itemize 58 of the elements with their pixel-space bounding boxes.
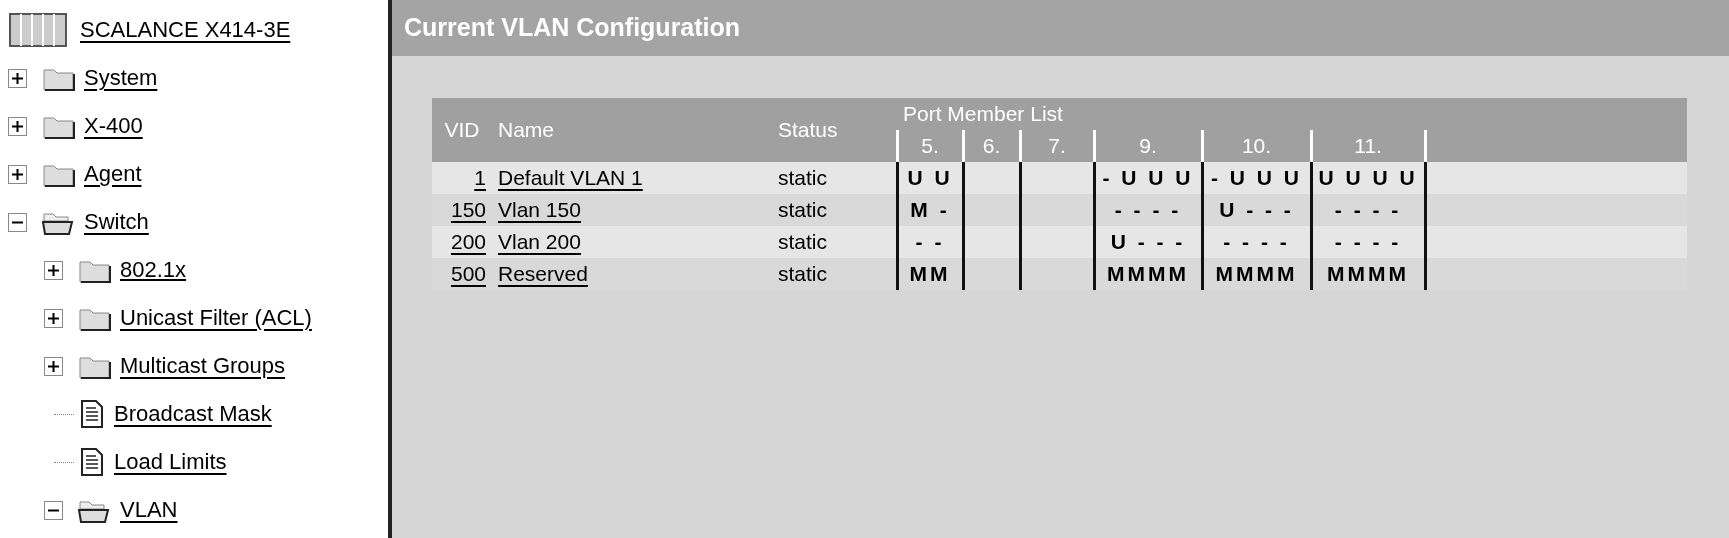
status-text: static	[778, 166, 827, 190]
column-header: Status	[778, 118, 838, 142]
port-membership: - - - -	[1334, 230, 1402, 254]
port-membership: U U	[907, 166, 953, 190]
tree-item[interactable]: X-400	[84, 113, 143, 139]
tree-item[interactable]: Multicast Groups	[120, 353, 286, 379]
port-membership: MMMM	[1107, 262, 1189, 286]
tree-item[interactable]: Unicast Filter (ACL)	[120, 305, 312, 331]
port-membership: U - - -	[1110, 230, 1186, 254]
port-header: 5.	[921, 134, 939, 158]
vlan-name-link[interactable]: Reserved	[498, 262, 588, 286]
vlan-name-link[interactable]: Vlan 150	[498, 198, 581, 222]
port-membership: MM	[909, 262, 951, 286]
status-text: static	[778, 230, 827, 254]
port-membership: - - - -	[1114, 198, 1182, 222]
tree-item[interactable]: Switch	[84, 209, 149, 235]
port-membership: MMMM	[1327, 262, 1410, 286]
tree-item[interactable]: Load Limits	[114, 449, 227, 475]
expand-icon[interactable]	[8, 68, 27, 88]
tree-item[interactable]: VLAN	[120, 497, 178, 523]
port-header: 6.	[982, 134, 1001, 158]
expand-icon[interactable]	[44, 260, 63, 280]
port-header: 11.	[1354, 134, 1382, 158]
page-title: Current VLAN Configuration	[392, 0, 1729, 56]
vlan-id-link[interactable]: 1	[474, 166, 486, 190]
status-text: static	[778, 262, 827, 286]
port-header: 10.	[1241, 134, 1272, 158]
expand-icon[interactable]	[8, 116, 27, 136]
tree-item[interactable]: System	[84, 65, 158, 91]
collapse-icon[interactable]	[8, 212, 27, 232]
port-membership: - -	[915, 230, 945, 254]
port-membership: - - - -	[1223, 230, 1290, 254]
document-icon	[78, 399, 106, 429]
tree-item[interactable]: Agent	[84, 161, 142, 187]
port-membership: U - - -	[1219, 198, 1294, 222]
tree-item[interactable]: 802.1x	[120, 257, 187, 283]
tree-item[interactable]: Broadcast Mask	[114, 401, 272, 427]
port-membership: - U U U	[1102, 166, 1194, 190]
port-membership: MMMM	[1215, 262, 1298, 286]
vlan-id-link[interactable]: 500	[450, 262, 486, 286]
port-membership: - U U U	[1211, 166, 1302, 190]
status-text: static	[778, 198, 827, 222]
column-header: Port Member List	[903, 102, 1063, 126]
device-icon	[8, 10, 68, 50]
column-header: Name	[498, 118, 555, 142]
device-link[interactable]: SCALANCE X414-3E	[80, 17, 291, 43]
port-header: 7.	[1048, 134, 1066, 158]
collapse-icon[interactable]	[44, 500, 63, 520]
expand-icon[interactable]	[8, 164, 27, 184]
column-header: VID	[444, 118, 480, 142]
document-icon	[78, 447, 106, 477]
port-header: 9.	[1139, 134, 1157, 158]
vlan-id-link[interactable]: 150	[450, 198, 486, 222]
port-membership: U U U U	[1318, 166, 1418, 190]
port-membership: M -	[910, 198, 950, 222]
expand-icon[interactable]	[44, 308, 63, 328]
port-membership: - - - -	[1334, 198, 1402, 222]
expand-icon[interactable]	[44, 356, 63, 376]
